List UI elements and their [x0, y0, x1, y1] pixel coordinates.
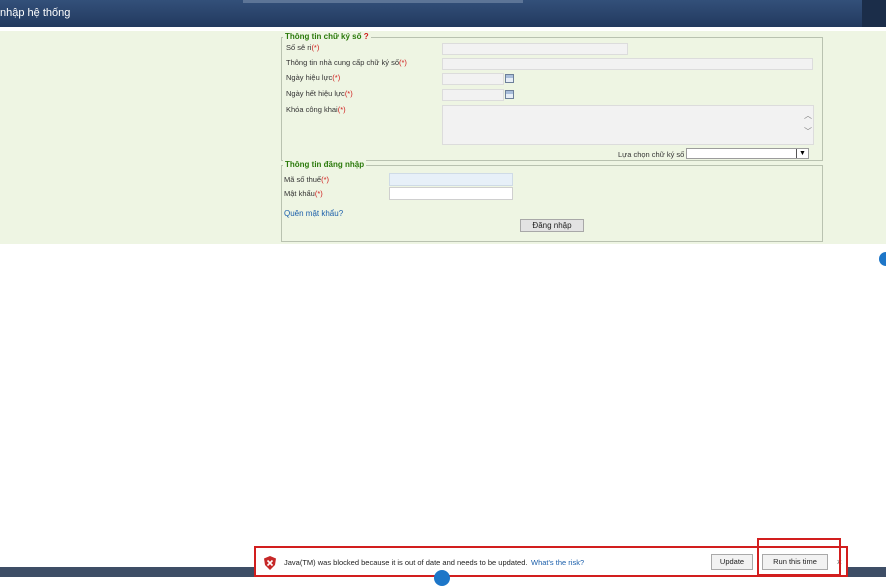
login-fieldset: Thông tin đăng nhập Mã số thuế(*) Mật kh… [281, 160, 823, 242]
run-button-highlight [757, 538, 841, 576]
signature-select-label: Lựa chọn chữ ký số [618, 150, 685, 159]
calendar-icon[interactable] [505, 74, 514, 83]
scroll-down-icon[interactable]: ﹀ [804, 128, 812, 136]
password-input[interactable] [389, 187, 513, 200]
taskbar-indicator-dot [434, 570, 450, 586]
password-label: Mật khẩu(*) [284, 189, 323, 198]
valid-from-label: Ngày hiệu lực(*) [286, 73, 341, 82]
serial-label: Số sê ri(*) [286, 43, 320, 52]
tab-strip [243, 0, 523, 3]
signature-select[interactable]: ▼ [686, 148, 809, 159]
forgot-password-link[interactable]: Quên mật khẩu? [284, 209, 343, 218]
signature-legend: Thông tin chữ ký số ? [283, 32, 371, 41]
login-button[interactable]: Đăng nhập [520, 219, 584, 232]
scrollbar-edge[interactable] [862, 0, 886, 27]
calendar-icon[interactable] [505, 90, 514, 99]
signature-fieldset: Thông tin chữ ký số ? Số sê ri(*) Thông … [281, 32, 823, 161]
provider-label: Thông tin nhà cung cấp chữ ký số(*) [286, 58, 407, 67]
valid-from-input[interactable] [442, 73, 504, 85]
serial-input[interactable] [442, 43, 628, 55]
valid-to-label: Ngày hết hiệu lực(*) [286, 89, 353, 98]
side-indicator-dot [879, 252, 886, 266]
scroll-up-icon[interactable]: ︿ [804, 112, 812, 120]
window-title: nhập hệ thống [0, 7, 71, 19]
chevron-down-icon[interactable]: ▼ [796, 149, 808, 158]
help-icon[interactable]: ? [364, 32, 369, 41]
public-key-label: Khóa công khai(*) [286, 105, 346, 114]
update-button[interactable]: Update [711, 554, 753, 570]
tax-code-input[interactable] [389, 173, 513, 186]
login-legend: Thông tin đăng nhập [283, 160, 367, 169]
notification-message: Java(TM) was blocked because it is out o… [284, 558, 528, 567]
whats-the-risk-link[interactable]: What's the risk? [531, 558, 584, 567]
public-key-textarea[interactable]: ︿ ﹀ [442, 105, 814, 145]
shield-blocked-icon [264, 556, 276, 570]
tax-code-label: Mã số thuế(*) [284, 175, 330, 184]
provider-input[interactable] [442, 58, 813, 70]
window-title-bar: nhập hệ thống [0, 0, 886, 27]
valid-to-input[interactable] [442, 89, 504, 101]
